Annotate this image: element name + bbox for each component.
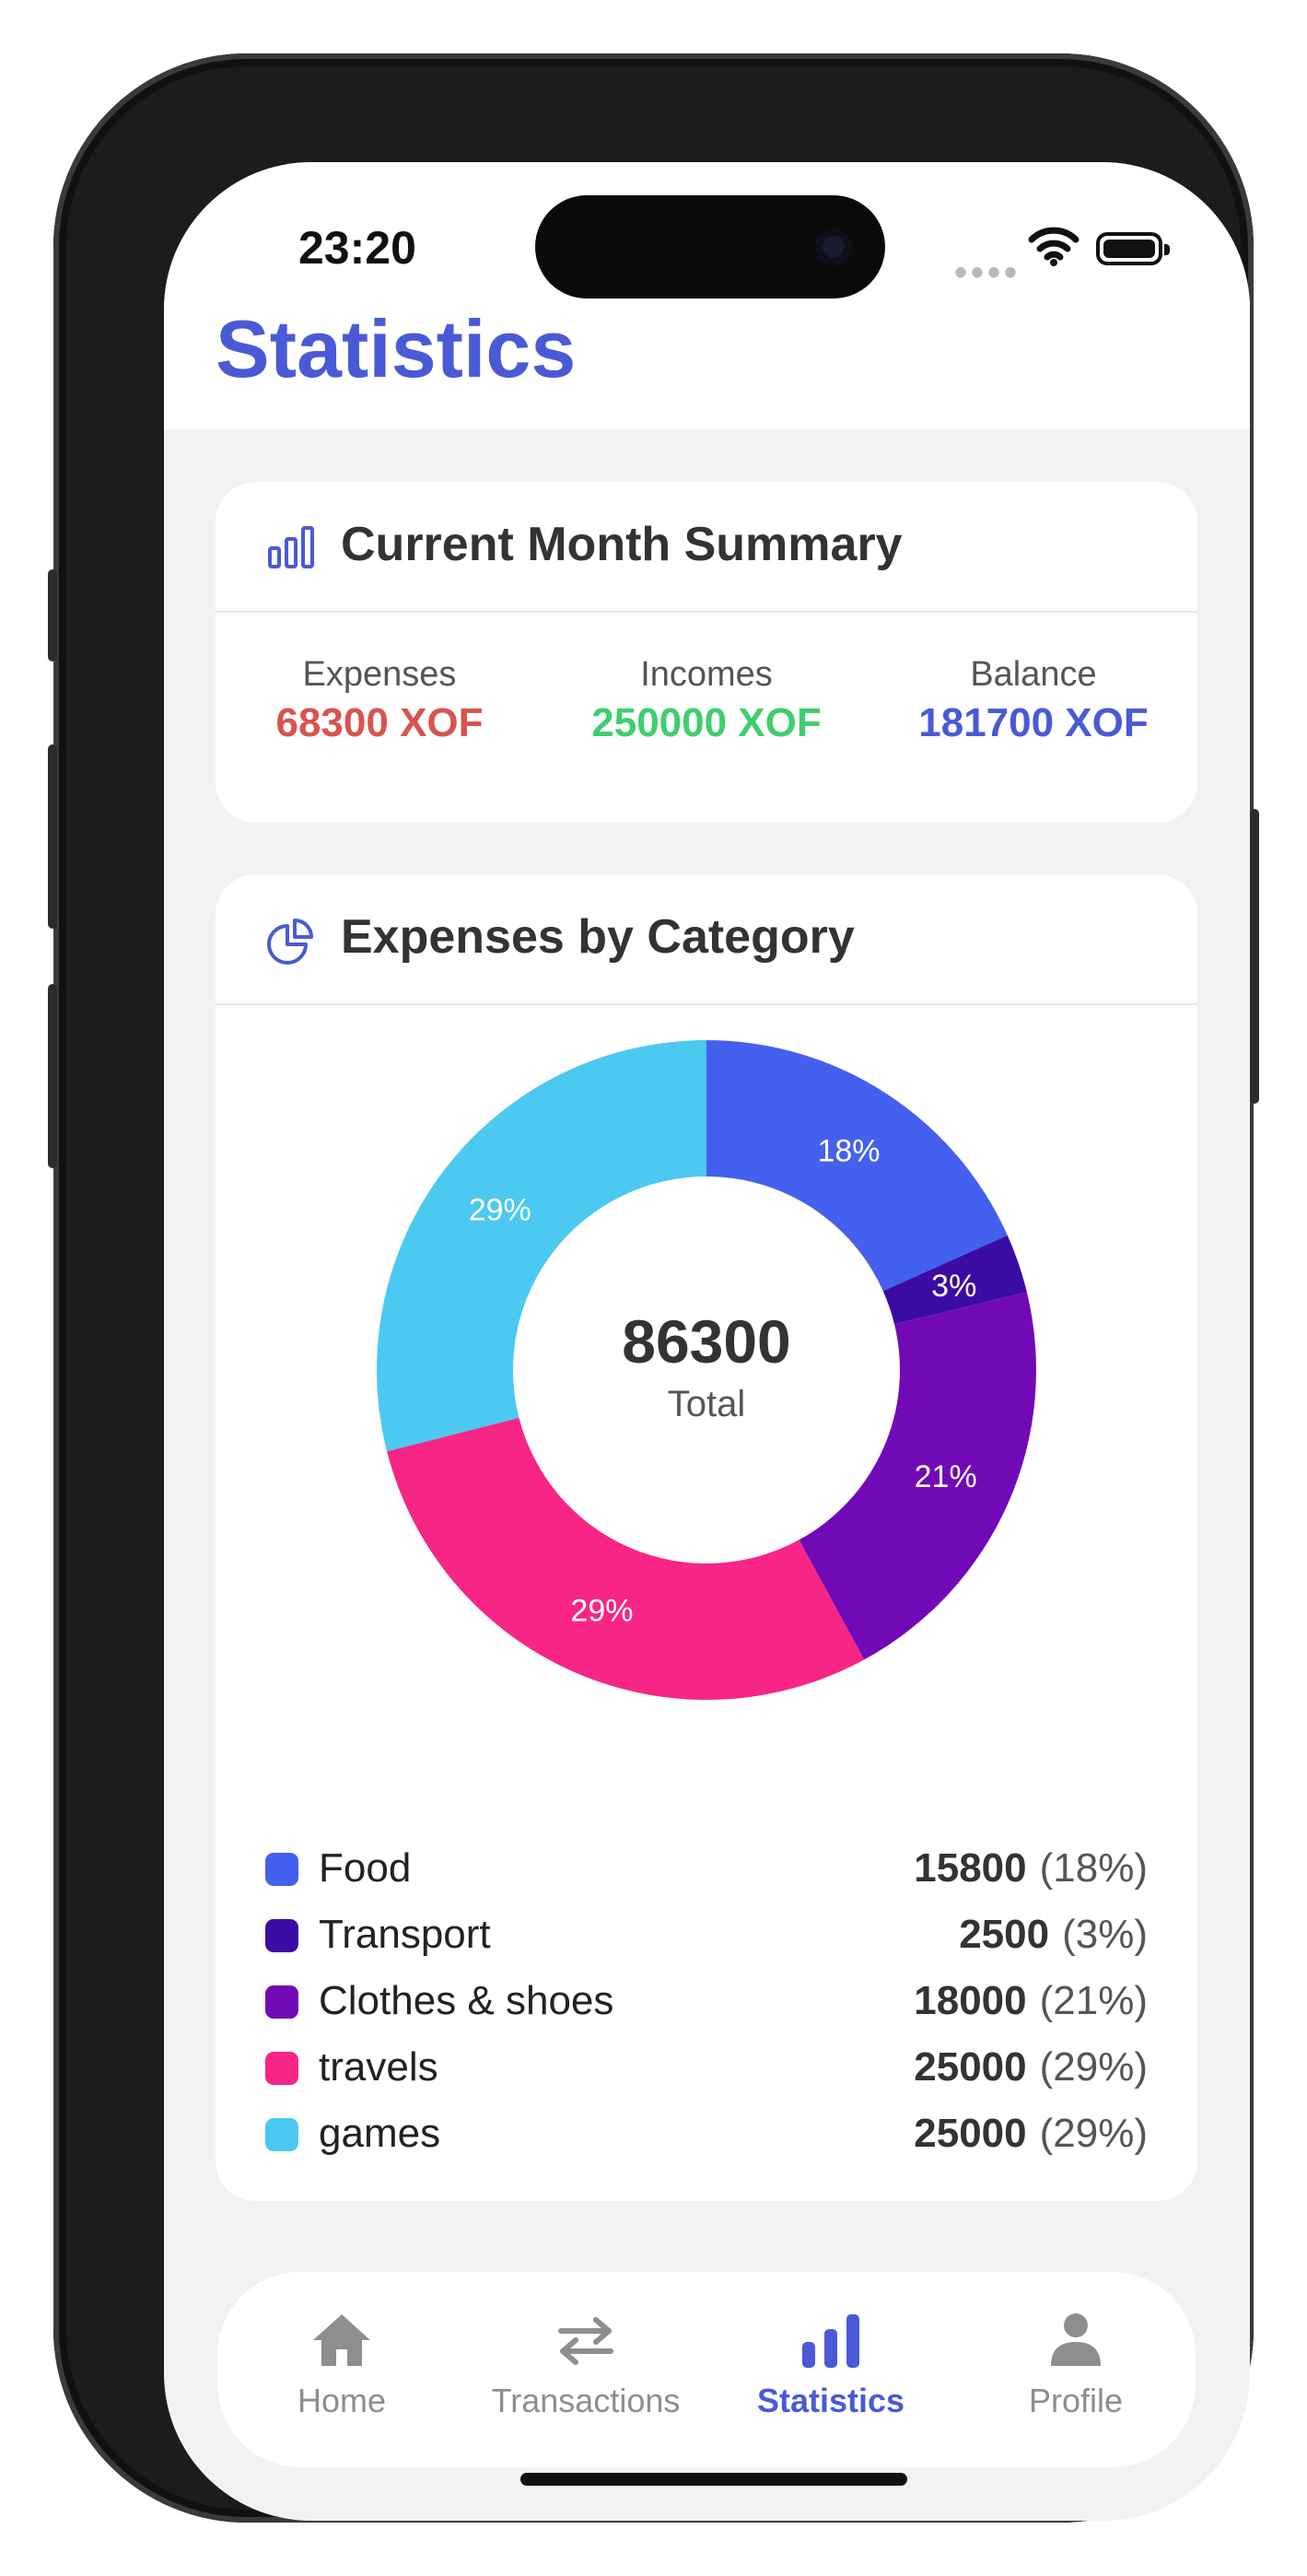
summary-card-header: Current Month Summary: [216, 482, 1197, 613]
balance-label: Balance: [970, 655, 1097, 694]
home-icon: [313, 2314, 370, 2366]
legend-value: 15800 (18%): [914, 1845, 1148, 1891]
volume-down-button: [48, 984, 57, 1168]
incomes-value: 250000 XOF: [591, 700, 822, 745]
camera-icon: [815, 228, 852, 265]
person-icon: [1051, 2313, 1101, 2366]
signal-icon: ••••: [954, 252, 1021, 293]
mute-switch: [48, 569, 57, 662]
expenses-label: Expenses: [302, 655, 457, 694]
donut-slice-travels: [387, 1417, 865, 1700]
header: 23:20 •••• Statistics: [164, 162, 1250, 429]
legend-value: 25000 (29%): [914, 2044, 1148, 2090]
tab-bar: Home Transactions Statistics Profile: [217, 2272, 1196, 2467]
battery-icon: [1096, 232, 1170, 265]
expenses-summary: Expenses 68300 XOF: [216, 655, 543, 746]
legend-value: 2500 (3%): [959, 1912, 1148, 1957]
screen: 23:20 •••• Statistics Current Month Summ…: [164, 162, 1250, 2521]
chart-total-label: Total: [668, 1384, 746, 1424]
legend-item: Clothes & shoes 18000 (21%): [265, 1974, 1148, 2030]
tab-statistics-label: Statistics: [756, 2382, 905, 2419]
legend-value: 18000 (21%): [914, 1978, 1148, 2023]
tab-statistics[interactable]: Statistics: [706, 2311, 955, 2420]
tab-transactions[interactable]: Transactions: [461, 2311, 710, 2420]
legend-item: travels 25000 (29%): [265, 2041, 1148, 2096]
legend-swatch: [265, 1853, 298, 1886]
incomes-summary: Incomes 250000 XOF: [543, 655, 870, 746]
wifi-icon: [1028, 227, 1079, 266]
tab-home-label: Home: [297, 2382, 387, 2419]
slice-percent-label: 21%: [915, 1459, 977, 1494]
donut-slice-games: [377, 1040, 706, 1452]
category-title: Expenses by Category: [341, 910, 855, 964]
balance-value: 181700 XOF: [918, 700, 1149, 745]
summary-title: Current Month Summary: [341, 518, 903, 571]
chart-total-value: 86300: [622, 1307, 791, 1376]
legend-label: Transport: [319, 1912, 491, 1957]
phone-frame: 23:20 •••• Statistics Current Month Summ…: [48, 53, 1259, 2523]
status-time: 23:20: [298, 222, 416, 274]
legend-value: 25000 (29%): [914, 2111, 1148, 2156]
legend-swatch: [265, 1919, 298, 1952]
incomes-label: Incomes: [640, 655, 773, 694]
slice-percent-label: 18%: [817, 1134, 880, 1169]
category-card-header: Expenses by Category: [216, 874, 1197, 1005]
dynamic-island: [535, 195, 885, 299]
legend-label: games: [319, 2111, 441, 2156]
legend-item: games 25000 (29%): [265, 2107, 1148, 2162]
bar-chart-icon: [802, 2314, 859, 2368]
home-indicator[interactable]: [520, 2473, 907, 2486]
page-title: Statistics: [216, 303, 577, 394]
donut-chart: 18% 3% 21% 29% 29% 86300 Total: [377, 1040, 1036, 1700]
legend-item: Transport 2500 (3%): [265, 1908, 1148, 1963]
balance-summary: Balance 181700 XOF: [869, 655, 1197, 746]
expenses-value: 68300 XOF: [275, 700, 484, 745]
legend-swatch: [265, 2052, 298, 2085]
slice-percent-label: 29%: [570, 1593, 633, 1628]
legend-swatch: [265, 1985, 298, 2019]
transfer-arrows-icon: [558, 2317, 613, 2365]
legend-swatch: [265, 2118, 298, 2151]
pie-chart-icon: [267, 919, 313, 965]
tab-profile[interactable]: Profile: [951, 2311, 1200, 2420]
legend-label: travels: [319, 2044, 438, 2090]
tab-home[interactable]: Home: [217, 2311, 466, 2420]
summary-card: Current Month Summary Expenses 68300 XOF…: [216, 482, 1197, 823]
slice-percent-label: 3%: [931, 1269, 976, 1304]
tab-transactions-label: Transactions: [491, 2382, 681, 2419]
bar-chart-icon: [268, 526, 314, 568]
power-button: [1250, 809, 1259, 1104]
legend-label: Food: [319, 1845, 412, 1891]
legend-label: Clothes & shoes: [319, 1978, 614, 2023]
slice-percent-label: 29%: [469, 1193, 531, 1228]
legend-item: Food 15800 (18%): [265, 1842, 1148, 1897]
category-card: Expenses by Category 18% 3% 21% 29% 29% 8630…: [216, 874, 1197, 2201]
volume-up-button: [48, 744, 57, 929]
tab-profile-label: Profile: [1028, 2382, 1124, 2419]
